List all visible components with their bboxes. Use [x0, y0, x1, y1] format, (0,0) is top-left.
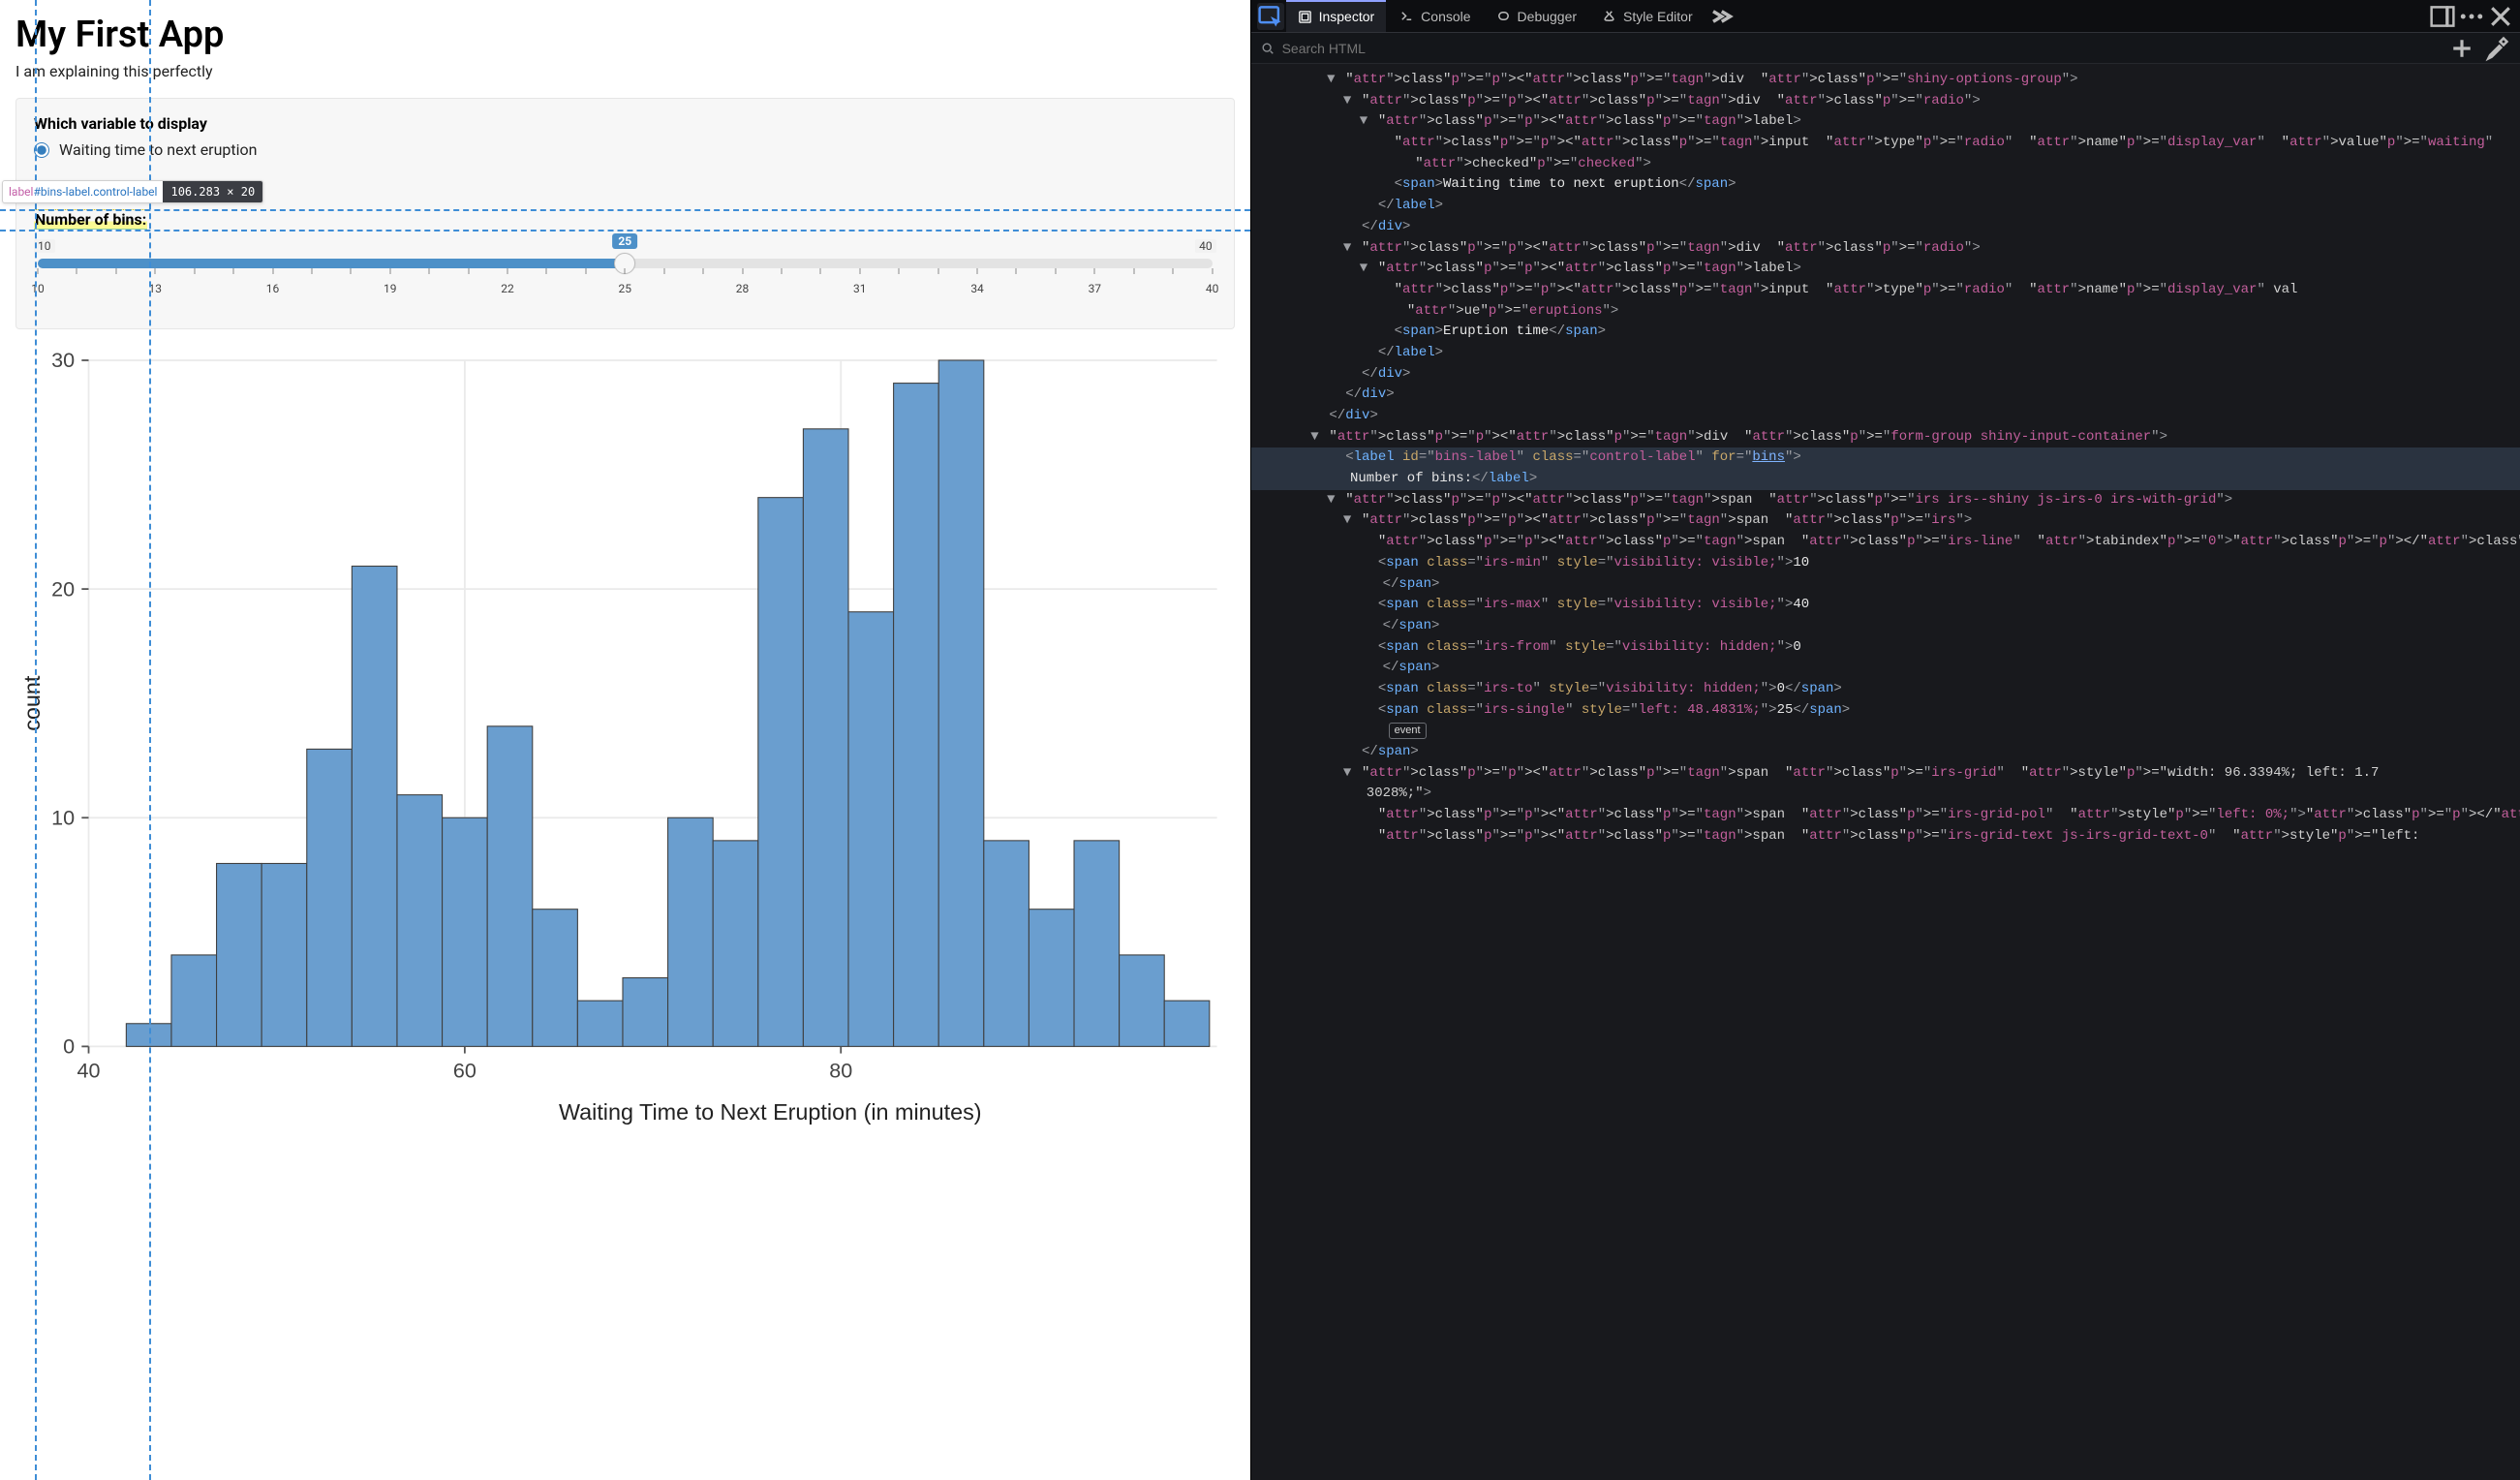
histogram-bar: [1029, 910, 1074, 1047]
slider-tick: 37: [1089, 282, 1102, 295]
histogram-bar: [1120, 955, 1165, 1046]
histogram-bar: [894, 384, 939, 1047]
tab-console-label: Console: [1421, 9, 1470, 24]
svg-text:20: 20: [51, 576, 75, 601]
tab-inspector[interactable]: Inspector: [1286, 0, 1387, 32]
radio-waiting-label: Waiting time to next eruption: [59, 140, 257, 159]
histogram-bar: [1164, 1001, 1210, 1046]
slider-tick: 22: [501, 282, 514, 295]
tab-debugger-label: Debugger: [1518, 9, 1578, 24]
devtools-search-row: [1251, 33, 2520, 64]
tab-inspector-label: Inspector: [1319, 9, 1375, 24]
histogram-bar: [713, 841, 758, 1047]
search-html-input[interactable]: [1282, 41, 2441, 56]
histogram-bar: [397, 795, 443, 1047]
histogram-bar: [984, 841, 1030, 1047]
radio-waiting[interactable]: Waiting time to next eruption: [34, 140, 1216, 159]
histogram-bar: [487, 726, 533, 1047]
inspect-guide-right: [149, 0, 151, 1480]
tab-style-editor[interactable]: Style Editor: [1590, 0, 1705, 32]
tab-style-editor-label: Style Editor: [1623, 9, 1693, 24]
histogram-bar: [307, 749, 353, 1046]
slider-fill: [38, 259, 629, 268]
slider-tick: 16: [266, 282, 280, 295]
inspect-guide-top: [0, 209, 1250, 211]
tip-id: #bins-label: [33, 185, 90, 199]
bins-slider[interactable]: 1040251013161922252831343740: [34, 237, 1216, 295]
slider-tick: 19: [384, 282, 397, 295]
kebab-menu-icon[interactable]: [2458, 3, 2485, 30]
histogram-bar: [623, 978, 668, 1047]
tab-console[interactable]: Console: [1388, 0, 1482, 32]
histogram-bar: [848, 612, 894, 1047]
svg-text:80: 80: [829, 1059, 852, 1083]
bins-label: Number of bins:: [34, 209, 147, 230]
svg-text:10: 10: [51, 805, 75, 829]
close-devtools-button[interactable]: [2487, 3, 2514, 30]
histogram-plot: 0 10 20 30 40 60 80 Waiting Time to Next Erupti…: [15, 343, 1235, 1144]
page-subtitle: I am explaining this perfectly: [15, 62, 1235, 80]
dock-mode-button[interactable]: [2429, 3, 2456, 30]
eyedropper-button[interactable]: [2483, 35, 2510, 62]
slider-tick: 25: [619, 282, 632, 295]
svg-text:40: 40: [77, 1059, 101, 1083]
histogram-bar: [261, 863, 307, 1046]
element-picker-button[interactable]: [1257, 3, 1284, 30]
devtools-tabbar: Inspector Console Debugger Style Editor: [1251, 0, 2520, 33]
overflow-icon[interactable]: [1706, 3, 1734, 30]
tab-debugger[interactable]: Debugger: [1485, 0, 1589, 32]
inspect-guide-left: [35, 0, 37, 1480]
tip-tag: label: [9, 185, 33, 199]
dom-tree[interactable]: ▼ "attr">class"p">="p"><"attr">class"p">…: [1251, 64, 2520, 1480]
tip-class: .control-label: [90, 185, 157, 199]
slider-min: 10: [34, 239, 55, 253]
svg-text:60: 60: [453, 1059, 476, 1083]
histogram-bar: [758, 498, 804, 1047]
svg-text:0: 0: [63, 1034, 75, 1059]
page-title: My First App: [15, 14, 1235, 56]
histogram-bar: [577, 1001, 623, 1046]
radio-group-label: Which variable to display: [34, 114, 1216, 133]
histogram-bar: [533, 910, 578, 1047]
tip-dimensions: 106.283 × 20: [163, 181, 262, 202]
svg-text:Waiting Time to Next Eruption: Waiting Time to Next Eruption (in minute…: [559, 1099, 982, 1125]
slider-value-bubble: 25: [612, 233, 637, 249]
histogram-bar: [217, 863, 262, 1046]
histogram-bar: [352, 566, 397, 1046]
histogram-bar: [803, 429, 848, 1047]
shiny-app-pane: My First App I am explaining this perfec…: [0, 0, 1250, 1480]
slider-tick: 40: [1206, 282, 1219, 295]
element-inspect-tooltip: label#bins-label.control-label 106.283 ×…: [2, 180, 263, 203]
histogram-bar: [1074, 841, 1120, 1047]
histogram-bar: [443, 817, 488, 1046]
svg-text:30: 30: [51, 348, 75, 372]
sidebar-well: Which variable to display Waiting time t…: [15, 98, 1235, 329]
histogram-bar: [938, 360, 984, 1046]
svg-text:count: count: [19, 675, 45, 731]
search-icon: [1261, 42, 1275, 55]
slider-max: 40: [1195, 239, 1216, 253]
slider-tick: 28: [736, 282, 750, 295]
slider-tick: 34: [970, 282, 984, 295]
histogram-bar: [171, 955, 217, 1046]
devtools-pane: Inspector Console Debugger Style Editor: [1250, 0, 2520, 1480]
histogram-bar: [668, 817, 714, 1046]
slider-tick: 10: [31, 282, 45, 295]
inspect-guide-bottom: [0, 230, 1250, 231]
add-node-button[interactable]: [2448, 35, 2475, 62]
slider-tick: 31: [853, 282, 867, 295]
